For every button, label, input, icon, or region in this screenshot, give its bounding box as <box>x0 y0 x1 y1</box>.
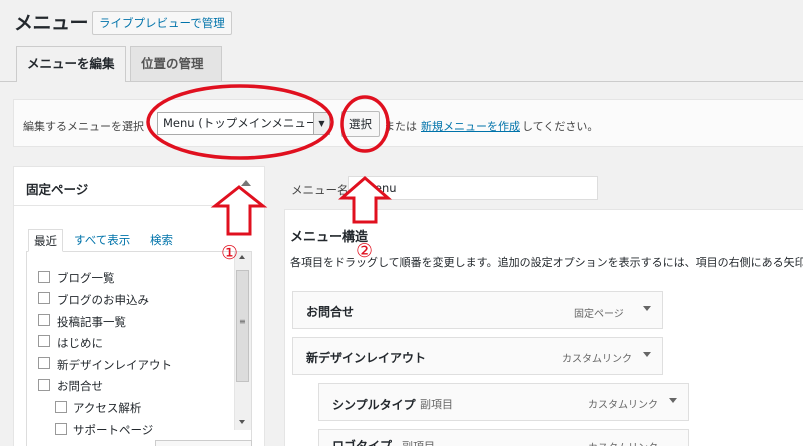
arrow-up-icon <box>210 185 268 236</box>
annotation-marker-1: ① <box>221 242 239 264</box>
arrow-up-icon <box>337 176 393 224</box>
annotation-ellipse-2 <box>340 95 390 153</box>
tab-edit-menus[interactable]: メニューを編集 <box>16 46 126 82</box>
tab-most-recent[interactable]: 最近 <box>28 229 63 252</box>
annotation-marker-2: ② <box>356 240 374 262</box>
annotation-ellipse-1 <box>146 84 334 160</box>
